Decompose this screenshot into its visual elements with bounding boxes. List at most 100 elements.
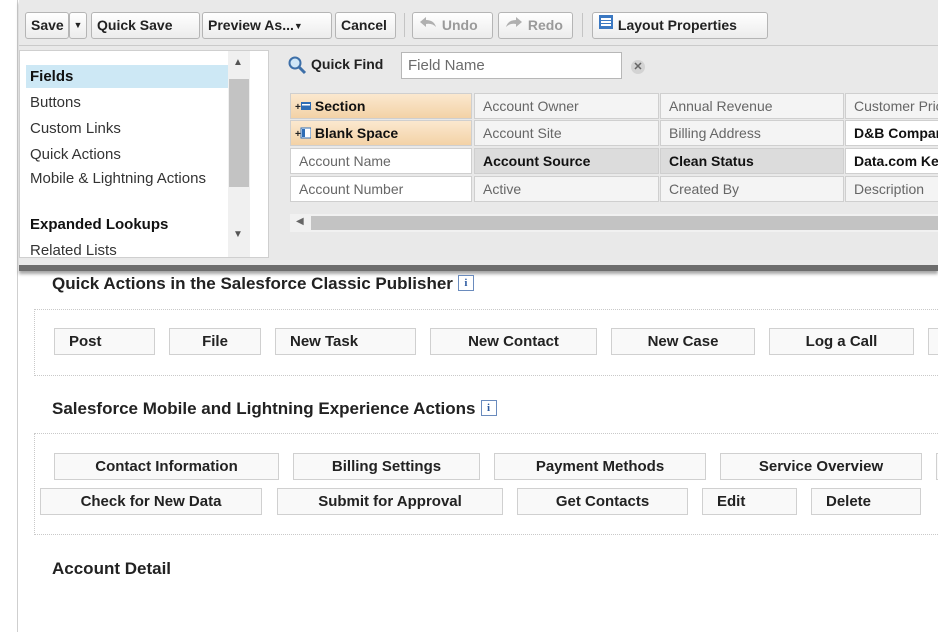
field-label: Description — [854, 181, 925, 197]
mobile-actions-title: Salesforce Mobile and Lightning Experien… — [52, 399, 476, 418]
action-label: Post — [69, 333, 102, 350]
preview-as-button[interactable]: Preview As...▼ — [202, 12, 332, 39]
field-dnb-company[interactable]: D&B Company — [845, 120, 938, 146]
category-scrollbar-thumb[interactable] — [229, 79, 249, 187]
action-overflow[interactable] — [928, 328, 938, 355]
field-label: Section — [314, 98, 366, 114]
redo-button[interactable]: Redo — [498, 12, 573, 39]
field-created-by[interactable]: Created By — [660, 176, 844, 202]
save-dropdown-button[interactable]: ▼ — [69, 12, 87, 39]
action-label: New Task — [290, 333, 359, 350]
quick-find-label: Quick Find — [311, 56, 384, 72]
action-submit-for-approval[interactable]: Submit for Approval — [277, 488, 503, 515]
category-label: Expanded Lookups — [30, 216, 169, 233]
field-grid-scrollbar-thumb[interactable] — [311, 216, 938, 230]
field-section[interactable]: + Section — [290, 93, 472, 119]
action-edit[interactable]: Edit — [702, 488, 797, 515]
field-label: Account Number — [299, 181, 404, 197]
mobile-actions-area — [34, 433, 938, 535]
chevron-down-icon: ▼ — [293, 21, 303, 31]
action-new-contact[interactable]: New Contact — [430, 328, 597, 355]
action-get-contacts[interactable]: Get Contacts — [517, 488, 688, 515]
field-billing-address[interactable]: Billing Address — [660, 120, 844, 146]
info-icon[interactable]: i — [480, 400, 497, 416]
cancel-button[interactable]: Cancel — [335, 12, 396, 39]
category-label: Mobile & Lightning Actions — [30, 170, 206, 187]
classic-publisher-heading: Quick Actions in the Salesforce Classic … — [52, 274, 474, 294]
save-button[interactable]: Save — [25, 12, 69, 39]
category-related-lists[interactable]: Related Lists — [26, 239, 231, 258]
quick-find-input[interactable] — [401, 52, 622, 79]
field-label: Clean Status — [669, 153, 754, 169]
action-payment-methods[interactable]: Payment Methods — [494, 453, 706, 480]
field-account-source[interactable]: Account Source — [474, 148, 659, 174]
layout-palette: Save ▼ Quick Save Preview As...▼ Cancel … — [19, 0, 938, 271]
category-buttons[interactable]: Buttons — [26, 91, 231, 114]
field-account-owner[interactable]: Account Owner — [474, 93, 659, 119]
action-label: Edit — [717, 493, 746, 510]
undo-button[interactable]: Undo — [412, 12, 493, 39]
scroll-down-icon[interactable]: ▼ — [233, 229, 243, 240]
scroll-up-icon[interactable]: ▲ — [233, 57, 243, 68]
action-contact-information[interactable]: Contact Information — [54, 453, 279, 480]
field-blank-space[interactable]: + Blank Space — [290, 120, 472, 146]
action-billing-settings[interactable]: Billing Settings — [293, 453, 480, 480]
clear-search-icon[interactable]: ✕ — [631, 60, 645, 74]
scroll-left-icon[interactable]: ◀ — [296, 216, 304, 227]
category-quick-actions[interactable]: Quick Actions — [26, 143, 231, 166]
field-label: Active — [483, 181, 522, 197]
field-description[interactable]: Description — [845, 176, 938, 202]
action-label: Delete — [826, 493, 872, 510]
category-label: Related Lists — [30, 242, 117, 258]
category-scrollbar[interactable]: ▲ ▼ — [228, 51, 250, 257]
action-label: Billing Settings — [331, 458, 442, 475]
action-label: Service Overview — [758, 458, 884, 475]
svg-text:+: + — [295, 129, 301, 139]
category-label: Buttons — [30, 94, 81, 111]
action-service-overview[interactable]: Service Overview — [720, 453, 922, 480]
layout-properties-button[interactable]: Layout Properties — [592, 12, 768, 39]
preview-as-label: Preview As... — [208, 17, 294, 33]
field-label: Account Source — [483, 153, 591, 169]
action-check-for-new-data[interactable]: Check for New Data — [40, 488, 262, 515]
field-label: Billing Address — [669, 125, 761, 141]
field-active[interactable]: Active — [474, 176, 659, 202]
field-account-number[interactable]: Account Number — [290, 176, 472, 202]
chevron-down-icon: ▼ — [73, 20, 83, 30]
field-label: Account Owner — [483, 98, 579, 114]
action-new-case[interactable]: New Case — [611, 328, 755, 355]
field-customer-priority[interactable]: Customer Priority — [845, 93, 938, 119]
category-custom-links[interactable]: Custom Links — [26, 117, 231, 140]
quick-save-label: Quick Save — [97, 17, 173, 33]
field-account-name[interactable]: Account Name — [290, 148, 472, 174]
action-new-task[interactable]: New Task — [275, 328, 416, 355]
category-label: Fields — [30, 68, 74, 85]
action-delete[interactable]: Delete — [811, 488, 921, 515]
action-label: Check for New Data — [80, 493, 222, 510]
account-detail-title: Account Detail — [52, 559, 172, 578]
category-mobile-lightning-actions[interactable]: Mobile & Lightning Actions — [26, 167, 231, 190]
category-label: Quick Actions — [30, 146, 121, 163]
layout-properties-icon — [598, 13, 614, 38]
action-label: Payment Methods — [535, 458, 665, 475]
action-log-a-call[interactable]: Log a Call — [769, 328, 914, 355]
action-label: New Contact — [468, 333, 559, 350]
quick-save-button[interactable]: Quick Save — [91, 12, 200, 39]
field-grid-scrollbar[interactable]: ◀ — [290, 214, 938, 232]
palette-category-list: Fields Buttons Custom Links Quick Action… — [19, 50, 269, 258]
action-file[interactable]: File — [169, 328, 261, 355]
category-expanded-lookups[interactable]: Expanded Lookups — [26, 213, 231, 236]
category-label: Custom Links — [30, 120, 121, 137]
category-fields[interactable]: Fields — [26, 65, 231, 88]
field-annual-revenue[interactable]: Annual Revenue — [660, 93, 844, 119]
field-label: Account Name — [299, 153, 391, 169]
field-label: Annual Revenue — [669, 98, 773, 114]
field-account-site[interactable]: Account Site — [474, 120, 659, 146]
field-label: Blank Space — [314, 125, 399, 141]
field-datacom-key[interactable]: Data.com Key — [845, 148, 938, 174]
field-label: Data.com Key — [854, 153, 938, 169]
field-clean-status[interactable]: Clean Status — [660, 148, 844, 174]
info-icon[interactable]: i — [457, 275, 474, 291]
page-left-border — [17, 0, 18, 632]
action-post[interactable]: Post — [54, 328, 155, 355]
